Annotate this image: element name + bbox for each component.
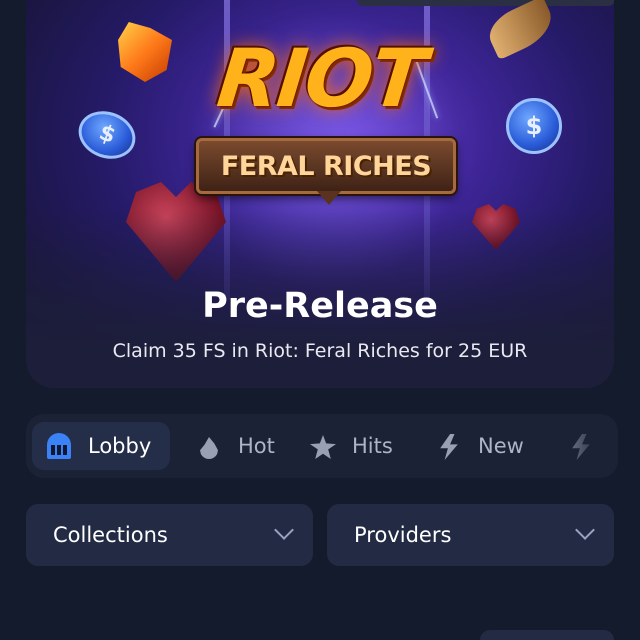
tab-label: Hot	[238, 434, 275, 458]
top-overlay-bar	[356, 0, 614, 6]
banner-subtitle: Claim 35 FS in Riot: Feral Riches for 25…	[112, 340, 528, 362]
coin-symbol: $	[95, 120, 119, 149]
coin-icon: $	[506, 98, 562, 154]
category-tabs: Lobby Hot Hits New	[26, 414, 618, 478]
amber-gem-icon	[118, 22, 172, 82]
collections-dropdown[interactable]: Collections	[26, 504, 313, 566]
tab-label: Hits	[352, 434, 393, 458]
coin-icon: $	[71, 103, 143, 167]
banner-title: Pre-Release	[202, 286, 438, 326]
chevron-down-icon	[575, 520, 595, 540]
fire-icon	[194, 431, 224, 461]
providers-dropdown[interactable]: Providers	[327, 504, 614, 566]
tab-lobby[interactable]: Lobby	[32, 422, 170, 470]
providers-label: Providers	[354, 523, 452, 547]
tab-label: Lobby	[88, 434, 152, 458]
tabs-fade	[548, 414, 618, 478]
tab-hits[interactable]: Hits	[308, 422, 393, 470]
stars-icon	[308, 431, 338, 461]
game-logo-plaque: FERAL RICHES	[196, 138, 456, 205]
slot-machine-icon	[44, 431, 74, 461]
tab-label: New	[478, 434, 524, 458]
tab-hot[interactable]: Hot	[194, 422, 275, 470]
coin-symbol: $	[525, 112, 543, 140]
horn-icon	[482, 0, 560, 61]
game-logo-title: RIOT	[213, 32, 429, 125]
tab-new[interactable]: New	[434, 422, 524, 470]
promo-banner[interactable]: $ $ RIOT FERAL RICHES Pre-Release Claim …	[26, 0, 614, 388]
lightning-icon	[434, 431, 464, 461]
chevron-down-icon	[274, 520, 294, 540]
collections-label: Collections	[53, 523, 168, 547]
bottom-button-partial[interactable]	[480, 630, 614, 640]
game-logo-subtitle: FERAL RICHES	[220, 151, 432, 182]
